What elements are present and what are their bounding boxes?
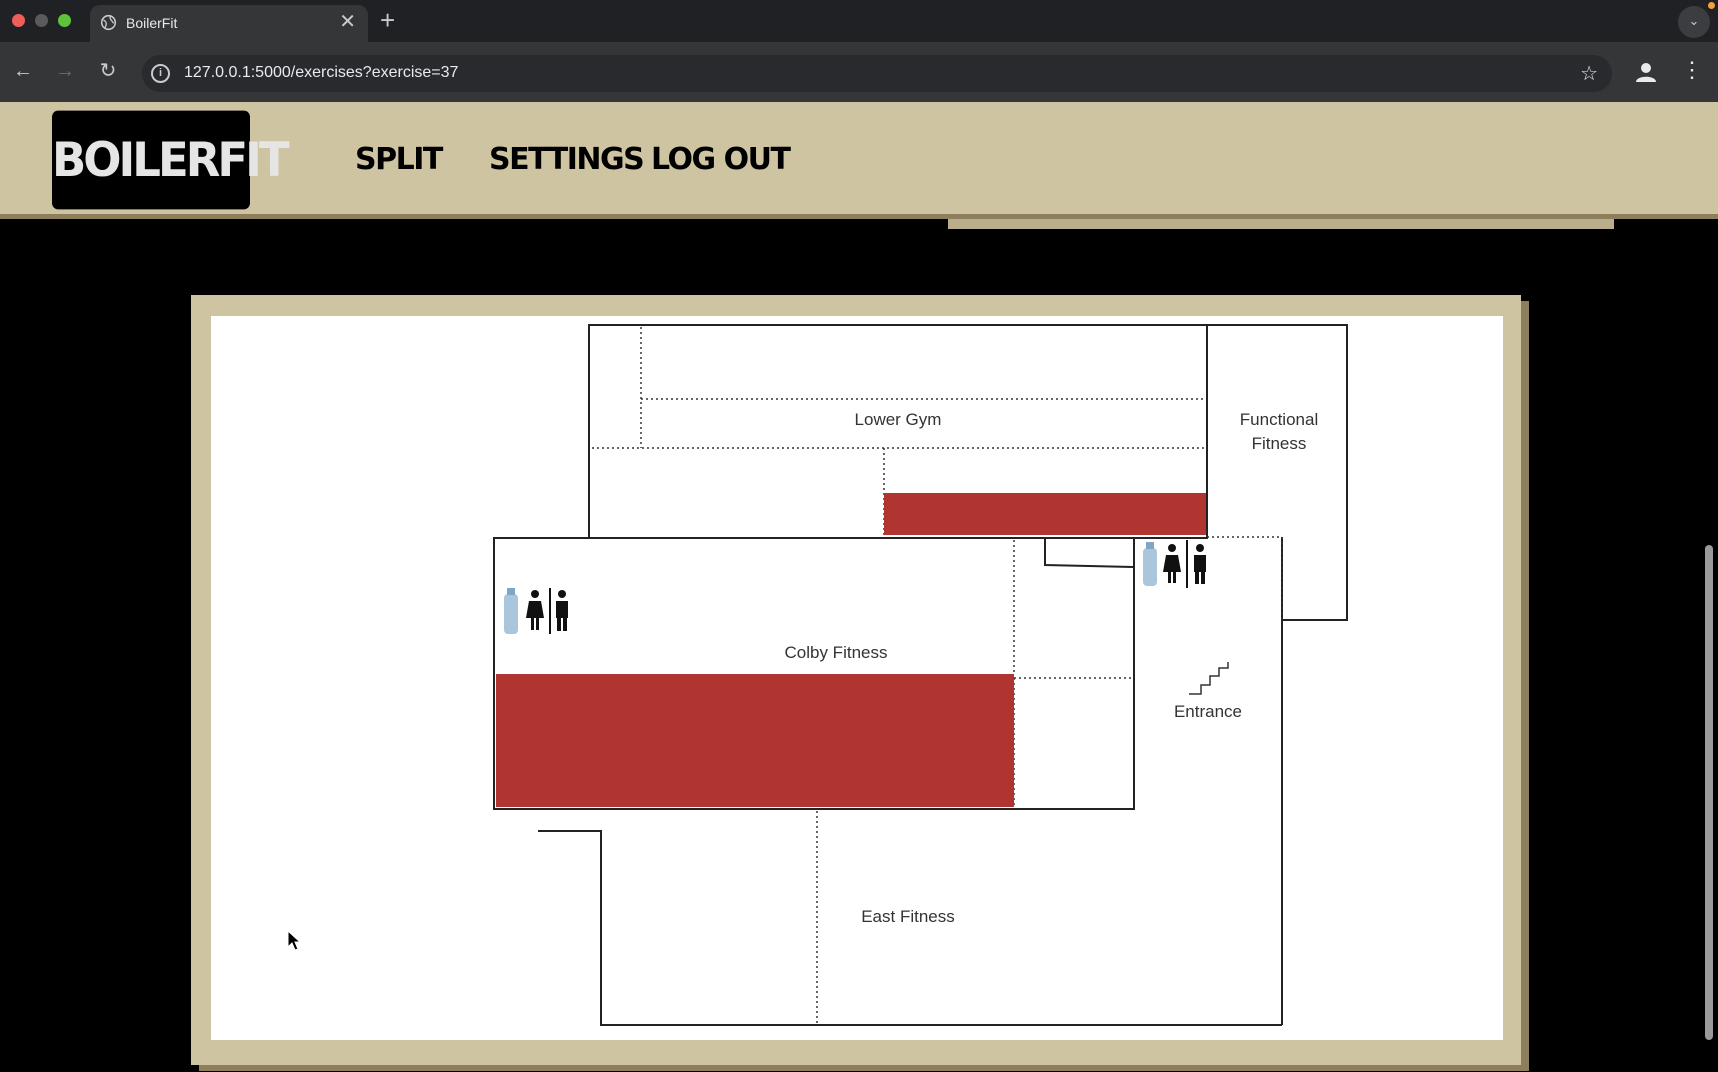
site-info-icon[interactable]: i [151, 64, 170, 83]
gym-floor-map: Lower Gym Functional Fitness Entrance Co… [211, 316, 1503, 1040]
address-bar[interactable]: i 127.0.0.1:5000/exercises?exercise=37 ☆ [142, 55, 1612, 92]
forward-button[interactable]: → [50, 56, 80, 86]
lower-gym-strip[interactable] [884, 493, 1206, 535]
colby-fitness-label: Colby Fitness [785, 643, 888, 662]
stairs-icon [1189, 662, 1229, 695]
close-window-button[interactable] [12, 14, 25, 27]
boilerfit-logo[interactable]: BOILERFIT [52, 110, 290, 210]
lower-gym-label: Lower Gym [855, 410, 942, 429]
browser-toolbar: ← → ↻ i 127.0.0.1:5000/exercises?exercis… [0, 42, 1718, 102]
colby-fitness-strip[interactable] [496, 674, 1014, 807]
nav-settings[interactable]: SETTINGS [489, 142, 645, 177]
lower-gym-area[interactable]: Lower Gym [588, 324, 1208, 539]
functional-fitness-label-2: Fitness [1252, 434, 1307, 453]
header-underbar [948, 219, 1614, 229]
bookmark-star-icon[interactable]: ☆ [1580, 61, 1598, 86]
app-header: BOILERFIT SPLIT SETTINGS LOG OUT [0, 102, 1718, 219]
water-bottle-icon [1143, 542, 1157, 586]
update-indicator [1708, 2, 1715, 9]
tab-search-button[interactable]: ⌄ [1678, 6, 1710, 38]
minimize-window-button[interactable] [35, 14, 48, 27]
back-button[interactable]: ← [8, 56, 38, 86]
reload-button[interactable]: ↻ [93, 56, 123, 86]
page-scrollbar-thumb[interactable] [1705, 545, 1713, 1040]
east-fitness-label: East Fitness [861, 907, 955, 926]
water-bottle-icon [504, 588, 518, 634]
browser-tab[interactable]: BoilerFit ✕ [90, 5, 368, 42]
functional-fitness-label-1: Functional [1240, 410, 1318, 429]
url-text[interactable]: 127.0.0.1:5000/exercises?exercise=37 [184, 64, 458, 82]
east-fitness-area[interactable]: East Fitness [538, 811, 1282, 1026]
nav-log-out[interactable]: LOG OUT [651, 142, 791, 177]
functional-fitness-area[interactable]: Functional Fitness [1207, 324, 1348, 621]
globe-icon [100, 14, 117, 31]
tab-close-button[interactable]: ✕ [339, 11, 356, 33]
restroom-icon [526, 588, 568, 634]
browser-tab-bar: BoilerFit ✕ + ⌄ [0, 0, 1718, 42]
nav-split[interactable]: SPLIT [355, 142, 443, 177]
entrance-label: Entrance [1174, 702, 1242, 721]
mouse-cursor-icon [287, 930, 301, 951]
colby-fitness-area[interactable]: Colby Fitness [493, 537, 1135, 810]
browser-menu-button[interactable]: ⋮ [1680, 54, 1704, 86]
profile-icon[interactable] [1630, 56, 1662, 88]
entrance-area[interactable]: Entrance [1044, 536, 1283, 1025]
new-tab-button[interactable]: + [380, 6, 395, 34]
tab-title: BoilerFit [126, 15, 178, 31]
maximize-window-button[interactable] [58, 14, 71, 27]
restroom-icon [1163, 540, 1206, 588]
